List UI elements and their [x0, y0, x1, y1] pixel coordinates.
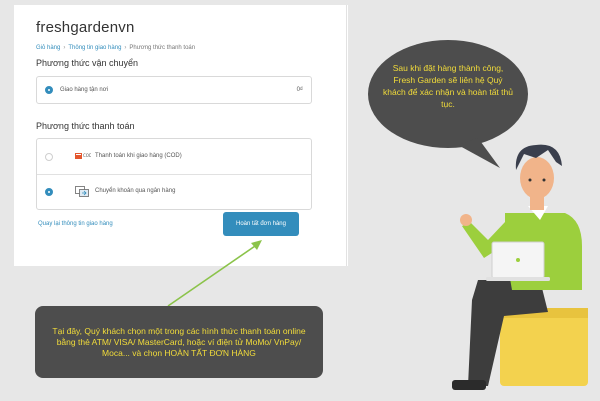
instruction-box: Tại đây, Quý khách chọn một trong các hì…	[35, 306, 323, 378]
speech-bubble-text: Sau khi đặt hàng thành công, Fresh Garde…	[383, 63, 513, 109]
character-illustration	[452, 144, 588, 390]
character-face	[520, 157, 554, 199]
yellow-seat	[500, 308, 588, 386]
character-hand	[460, 214, 472, 226]
instruction-text: Tại đây, Quý khách chọn một trong các hì…	[52, 325, 306, 358]
shoe	[452, 380, 486, 390]
pointer-arrow	[167, 240, 262, 307]
